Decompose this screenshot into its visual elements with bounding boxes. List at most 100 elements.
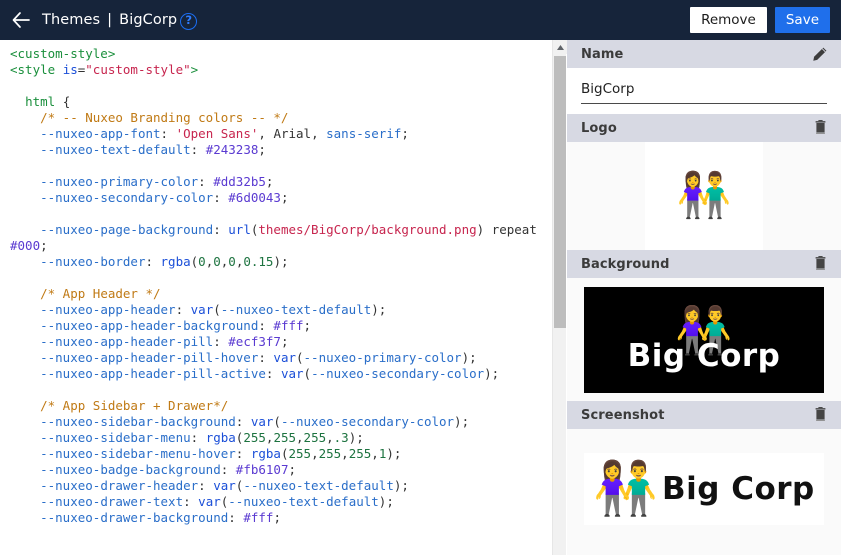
code-line: --nuxeo-app-header-background: #fff; [10, 318, 552, 334]
code-token: : [183, 494, 199, 509]
scroll-up-arrow-icon[interactable] [553, 40, 567, 54]
code-line: --nuxeo-app-header-pill-hover: var(--nux… [10, 350, 552, 366]
code-token: ; [273, 510, 281, 525]
code-token: var [213, 478, 236, 493]
code-token: , [311, 446, 319, 461]
code-token: --nuxeo-sidebar-menu-hover [40, 446, 236, 461]
trash-delete-icon-logo[interactable] [810, 118, 830, 138]
code-token: --nuxeo-text-default [220, 302, 372, 317]
name-field-spacer [567, 104, 841, 114]
code-token: /* App Sidebar + Drawer*/ [40, 398, 229, 413]
screenshot-preview-area: 👫 Big Corp [567, 429, 841, 525]
theme-properties-panel: Name Logo [567, 40, 841, 555]
code-token: : [235, 446, 251, 461]
code-token: ); [378, 494, 394, 509]
code-token: --nuxeo-sidebar-menu [40, 430, 191, 445]
code-line: --nuxeo-app-header-pill-active: var(--nu… [10, 366, 552, 382]
code-token: #fb6107 [235, 462, 289, 477]
code-line: --nuxeo-drawer-header: var(--nuxeo-text-… [10, 478, 552, 494]
scrollbar-thumb[interactable] [554, 56, 566, 328]
code-token: ) [476, 222, 492, 237]
save-button[interactable]: Save [774, 7, 830, 33]
trash-delete-icon-background[interactable] [810, 254, 830, 274]
name-input[interactable] [581, 81, 827, 104]
code-token: : [160, 126, 176, 141]
code-token: ; [258, 142, 266, 157]
code-token: --nuxeo-app-header-pill [40, 334, 214, 349]
breadcrumb-themes-link[interactable]: Themes [42, 12, 100, 28]
code-token: rgba [160, 254, 191, 269]
code-token: : [213, 222, 229, 237]
code-token: #fff [243, 510, 274, 525]
css-code-editor[interactable]: <custom-style> <style is="custom-style"> … [0, 40, 552, 555]
code-token: ; [265, 174, 274, 189]
code-token: <style [10, 62, 63, 77]
editor-scrollbar[interactable] [552, 40, 567, 555]
code-token: ; [303, 318, 312, 333]
code-line: --nuxeo-sidebar-background: var(--nuxeo-… [10, 414, 552, 430]
code-token: : [145, 254, 161, 269]
code-line: --nuxeo-border: rgba(0,0,0,0.15); [10, 254, 552, 270]
code-line: --nuxeo-sidebar-menu-hover: rgba(255,255… [10, 446, 552, 462]
code-token: 255 [243, 430, 266, 445]
code-token: : [198, 478, 214, 493]
code-token: "custom-style" [85, 62, 191, 77]
code-token: : [190, 142, 206, 157]
logo-preview-area: 👫 [567, 142, 841, 250]
code-token: ); [461, 350, 477, 365]
code-token: --nuxeo-text-default [243, 478, 394, 493]
code-token: 255 [303, 430, 327, 445]
section-header-name: Name [567, 40, 841, 68]
code-token: : [198, 174, 214, 189]
background-wordmark: Big Corp [627, 338, 781, 374]
code-line: --nuxeo-app-header-pill: #ecf3f7; [10, 334, 552, 350]
code-token: --nuxeo-secondary-color [40, 190, 214, 205]
help-icon[interactable]: ? [180, 12, 198, 30]
code-token: themes/BigCorp/background.png [258, 222, 477, 237]
code-token: url [228, 222, 251, 237]
code-token: 255 [318, 446, 342, 461]
code-token: rgba [205, 430, 236, 445]
code-line: --nuxeo-app-font: 'Open Sans', Arial, sa… [10, 126, 552, 142]
code-token: > [190, 62, 199, 77]
trash-delete-icon-screenshot[interactable] [810, 405, 830, 425]
screenshot-image[interactable]: 👫 Big Corp [584, 453, 824, 525]
code-token: var [250, 414, 274, 429]
code-line: --nuxeo-drawer-background: #fff; [10, 510, 552, 526]
code-token: ); [348, 430, 364, 445]
code-token: , [341, 446, 349, 461]
code-token: --nuxeo-drawer-header [40, 478, 199, 493]
pencil-edit-icon[interactable] [810, 44, 830, 64]
code-token: : [258, 318, 274, 333]
code-token: 0 [228, 254, 236, 269]
code-token: var [273, 350, 296, 365]
code-token: , [296, 430, 304, 445]
code-token: : [228, 510, 244, 525]
code-token: ); [386, 446, 402, 461]
back-arrow-icon[interactable] [10, 9, 32, 31]
code-token: --nuxeo-sidebar-background [40, 414, 236, 429]
code-token: : [258, 350, 274, 365]
background-image[interactable]: 👫 Big Corp [584, 286, 824, 393]
logo-image[interactable]: 👫 [645, 142, 763, 250]
remove-button[interactable]: Remove [690, 7, 767, 33]
code-line: /* -- Nuxeo Branding colors -- */ [10, 110, 552, 126]
code-token: : [213, 190, 229, 205]
code-token: ; [40, 238, 48, 253]
